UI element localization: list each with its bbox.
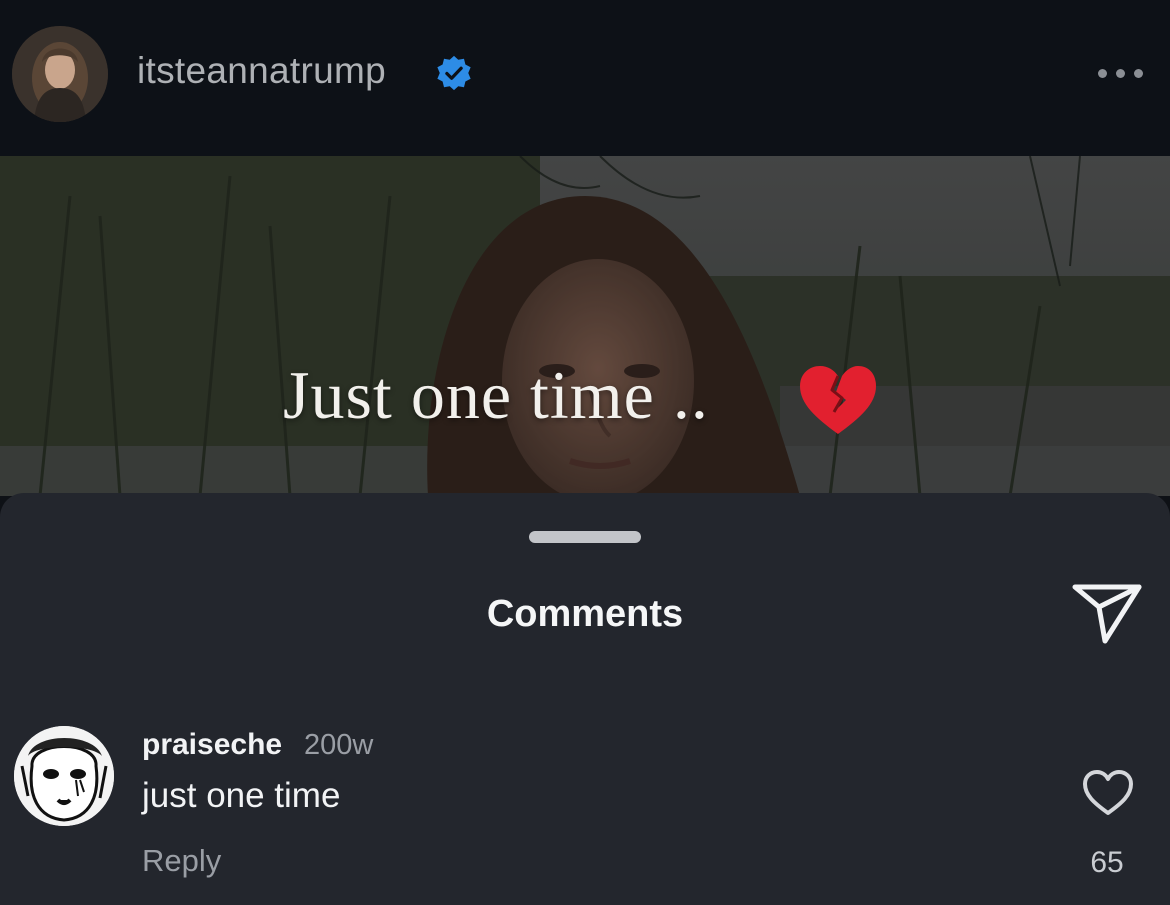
reel-video[interactable]: Just one time .. [0,156,1170,496]
reply-button[interactable]: Reply [142,843,221,879]
comments-sheet: Comments praiseche 200w just one time Re… [0,493,1170,905]
send-icon[interactable] [1071,581,1143,645]
verified-badge-icon [437,55,471,91]
video-frame [0,156,1170,496]
broken-heart-icon [800,366,876,434]
commenter-avatar[interactable] [14,726,114,826]
comments-title: Comments [486,593,684,635]
more-options-icon[interactable] [1098,60,1150,86]
video-caption: Just one time .. [283,357,709,433]
like-count: 65 [1090,846,1124,879]
sheet-drag-handle[interactable] [529,531,641,543]
post-username[interactable]: itsteannatrump [137,50,386,92]
like-heart-icon[interactable] [1082,769,1134,817]
profile-avatar[interactable] [12,26,108,122]
comment-text: just one time [142,776,341,815]
comment-username[interactable]: praiseche [142,728,282,762]
post-header: itsteannatrump [0,0,1170,156]
comment-timestamp: 200w [304,729,374,761]
